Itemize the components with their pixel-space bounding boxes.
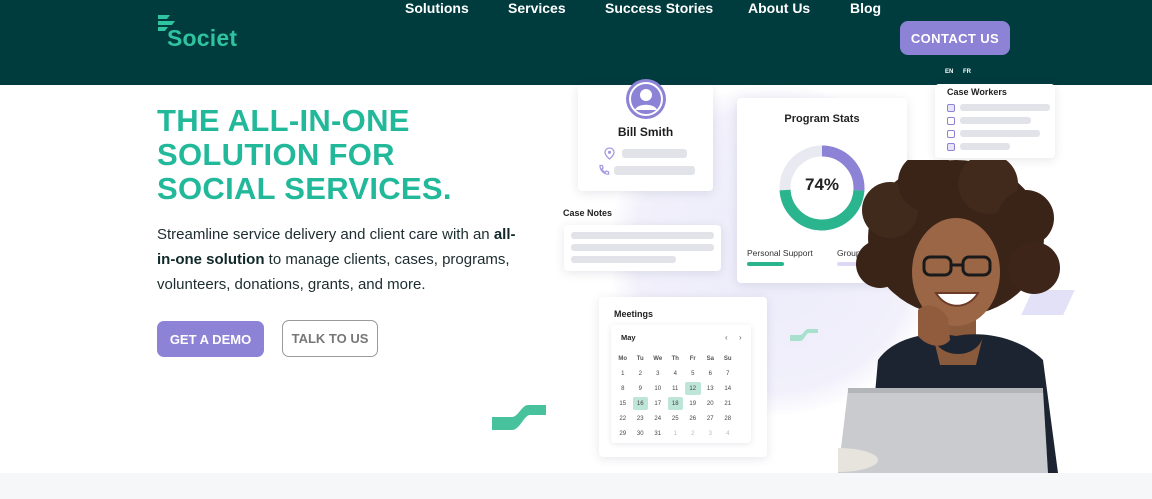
language-fr-link[interactable]: FR <box>963 69 971 75</box>
note-line <box>571 256 676 263</box>
note-line <box>571 232 714 239</box>
worker-checkbox <box>947 130 955 138</box>
calendar-day[interactable]: 7 <box>719 366 737 381</box>
nav-services[interactable]: Services <box>508 0 566 16</box>
case-workers-card: Case Workers <box>935 84 1055 158</box>
calendar-day[interactable]: 11 <box>667 381 685 396</box>
calendar-day[interactable]: 9 <box>632 381 650 396</box>
calendar-day[interactable]: 30 <box>632 426 650 441</box>
client-phone-placeholder <box>614 166 695 175</box>
calendar-weekday: Th <box>671 355 679 362</box>
nav-blog[interactable]: Blog <box>850 0 881 16</box>
calendar-weekday: Sa <box>706 355 714 362</box>
calendar-day[interactable]: 4 <box>667 366 685 381</box>
worker-name-placeholder <box>960 117 1031 124</box>
case-notes-title: Case Notes <box>563 208 613 218</box>
calendar-day[interactable]: 15 <box>614 396 632 411</box>
hero-title: THE ALL-IN-ONE SOLUTION FOR SOCIAL SERVI… <box>157 104 537 206</box>
decorative-swoosh-shape <box>492 405 546 430</box>
calendar-day[interactable]: 31 <box>649 426 667 441</box>
calendar-day[interactable]: 2 <box>632 366 650 381</box>
worker-checkbox <box>947 143 955 151</box>
calendar-day[interactable]: 12 <box>685 382 701 395</box>
worker-name-placeholder <box>960 130 1040 137</box>
hero-description: Streamline service delivery and client c… <box>157 222 517 297</box>
calendar-weekday: We <box>653 355 663 362</box>
calendar-day[interactable]: 10 <box>649 381 667 396</box>
calendar-day[interactable]: 21 <box>719 396 737 411</box>
hero-title-line: SOLUTION FOR <box>157 137 395 172</box>
nav-about-us[interactable]: About Us <box>748 0 810 16</box>
calendar-day[interactable]: 3 <box>702 426 720 441</box>
legend-personal-swatch <box>747 262 784 266</box>
contact-us-button[interactable]: CONTACT US <box>900 21 1010 55</box>
calendar-day[interactable]: 20 <box>702 396 720 411</box>
location-pin-icon <box>604 147 615 160</box>
calendar-day[interactable]: 23 <box>632 411 650 426</box>
calendar-weekday: Tu <box>636 355 644 362</box>
calendar-day[interactable]: 1 <box>614 366 632 381</box>
language-en-link[interactable]: EN <box>945 69 953 75</box>
calendar-day[interactable]: 4 <box>719 426 737 441</box>
meetings-card: Meetings May ‹ › Mo Tu We Th Fr Sa Su 1 2 3 4 5 6 7 8 9… <box>599 297 767 457</box>
calendar-day[interactable]: 13 <box>702 381 720 396</box>
client-avatar-icon <box>626 79 666 119</box>
calendar-next-icon[interactable]: › <box>739 333 742 342</box>
hero-title-line: SOCIAL SERVICES. <box>157 171 452 206</box>
worker-checkbox <box>947 104 955 112</box>
legend-personal-support: Personal Support <box>747 248 813 258</box>
calendar-day[interactable]: 28 <box>719 411 737 426</box>
calendar-day[interactable]: 3 <box>649 366 667 381</box>
meetings-title: Meetings <box>614 309 654 319</box>
case-notes-card <box>564 225 721 271</box>
calendar-day[interactable]: 2 <box>684 426 702 441</box>
calendar-day[interactable]: 22 <box>614 411 632 426</box>
worker-name-placeholder <box>960 143 1010 150</box>
smiling-woman-photo <box>838 160 1060 473</box>
calendar-day[interactable]: 8 <box>614 381 632 396</box>
calendar-day[interactable]: 24 <box>649 411 667 426</box>
calendar-day[interactable]: 16 <box>632 397 648 410</box>
note-line <box>571 244 714 251</box>
talk-to-us-button[interactable]: TALK TO US <box>282 320 378 357</box>
calendar-day[interactable]: 25 <box>667 411 685 426</box>
calendar-day[interactable]: 26 <box>684 411 702 426</box>
brand-name: Societ <box>167 25 238 51</box>
calendar-day[interactable]: 27 <box>702 411 720 426</box>
decorative-swoosh-shape <box>790 329 818 341</box>
calendar-day[interactable]: 1 <box>667 426 685 441</box>
client-address-placeholder <box>622 149 687 158</box>
calendar-weekday: Mo <box>618 355 628 362</box>
brand-logo[interactable]: Societ <box>156 12 237 52</box>
calendar-day[interactable]: 6 <box>702 366 720 381</box>
site-header: Societ Solutions Services Success Storie… <box>0 0 1152 85</box>
calendar-day[interactable]: 19 <box>684 396 702 411</box>
worker-checkbox <box>947 117 955 125</box>
calendar-weekday: Su <box>723 355 732 362</box>
hero-title-line: THE ALL-IN-ONE <box>157 103 410 138</box>
calendar-prev-icon[interactable]: ‹ <box>725 333 728 342</box>
nav-success-stories[interactable]: Success Stories <box>605 0 713 16</box>
calendar-weekday: Fr <box>689 355 696 362</box>
calendar-day[interactable]: 18 <box>667 397 683 410</box>
calendar-day[interactable]: 14 <box>719 381 737 396</box>
calendar-day[interactable]: 29 <box>614 426 632 441</box>
nav-solutions[interactable]: Solutions <box>405 0 469 16</box>
calendar-day[interactable]: 5 <box>684 366 702 381</box>
client-profile-card: Bill Smith <box>578 79 713 191</box>
phone-icon <box>599 164 610 175</box>
program-stats-title: Program Stats <box>784 113 860 125</box>
section-divider <box>0 473 1152 499</box>
client-name: Bill Smith <box>617 125 674 139</box>
calendar-day[interactable]: 17 <box>649 396 667 411</box>
worker-name-placeholder <box>960 104 1050 111</box>
hero-desc-text: Streamline service delivery and client c… <box>157 226 494 243</box>
calendar-month: May <box>621 333 636 342</box>
case-workers-title: Case Workers <box>947 87 1007 97</box>
calendar: May ‹ › Mo Tu We Th Fr Sa Su 1 2 3 4 5 6 7 8 9 10 11 12 13 1… <box>611 325 751 443</box>
calendar-grid: Mo Tu We Th Fr Sa Su 1 2 3 4 5 6 7 8 9 10 11 12 13 14 15 16 17 1… <box>614 351 737 441</box>
get-a-demo-button[interactable]: GET A DEMO <box>157 321 264 357</box>
